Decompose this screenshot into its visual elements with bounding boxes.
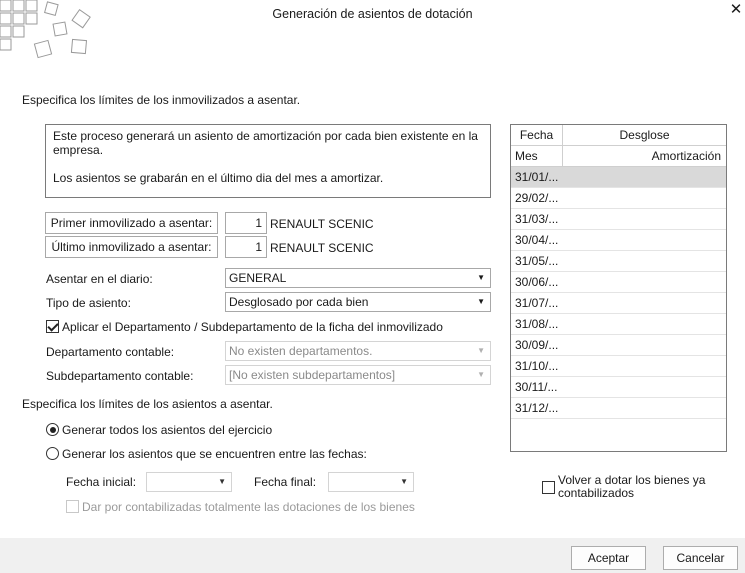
tipo-select[interactable]: Desglosado por cada bien ▼	[225, 292, 491, 312]
table-row[interactable]: 31/07/...	[511, 293, 726, 314]
diario-select[interactable]: GENERAL ▼	[225, 268, 491, 288]
last-asset-button[interactable]: Último inmovilizado a asentar:	[45, 236, 218, 258]
info-line-2: Los asientos se grabarán en el último di…	[53, 171, 384, 185]
table-row[interactable]: 30/06/...	[511, 272, 726, 293]
departamento-value: No existen departamentos.	[229, 344, 373, 358]
radio-range-asientos[interactable]	[46, 447, 59, 460]
chevron-down-icon: ▼	[477, 273, 485, 282]
info-line-1: Este proceso generará un asiento de amor…	[53, 129, 478, 157]
dar-contabilizadas-checkbox[interactable]	[66, 500, 79, 513]
fecha-inicial-select[interactable]: ▼	[146, 472, 232, 492]
last-asset-name: RENAULT SCENIC	[270, 241, 374, 255]
first-asset-name: RENAULT SCENIC	[270, 217, 374, 231]
chevron-down-icon: ▼	[400, 477, 408, 486]
info-box: Este proceso generará un asiento de amor…	[45, 124, 491, 198]
table-row[interactable]: 31/03/...	[511, 209, 726, 230]
grid-header-amortizacion[interactable]: Amortización	[563, 146, 726, 167]
diario-label: Asentar en el diario:	[46, 272, 153, 286]
table-row[interactable]: 31/10/...	[511, 356, 726, 377]
dar-contabilizadas-label: Dar por contabilizadas totalmente las do…	[82, 500, 415, 514]
volver-dotar-label: Volver a dotar los bienes ya contabiliza…	[558, 473, 706, 500]
departamento-label: Departamento contable:	[46, 345, 175, 359]
table-row[interactable]: 30/11/...	[511, 377, 726, 398]
chevron-down-icon: ▼	[218, 477, 226, 486]
radio-range-label: Generar los asientos que se encuentren e…	[62, 447, 367, 461]
cancel-button[interactable]: Cancelar	[663, 546, 738, 570]
first-asset-number[interactable]: 1	[225, 212, 267, 234]
aplicar-dept-checkbox[interactable]	[46, 320, 59, 333]
table-row[interactable]: 31/08/...	[511, 314, 726, 335]
subdepartamento-select[interactable]: [No existen subdepartamentos] ▼	[225, 365, 491, 385]
window-title: Generación de asientos de dotación	[272, 7, 473, 21]
chevron-down-icon: ▼	[477, 346, 485, 355]
departamento-select[interactable]: No existen departamentos. ▼	[225, 341, 491, 361]
tipo-label: Tipo de asiento:	[46, 296, 131, 310]
chevron-down-icon: ▼	[477, 370, 485, 379]
section-heading-inmovilizados: Especifica los límites de los inmoviliza…	[22, 93, 301, 107]
grid-header-mes[interactable]: Mes	[511, 146, 563, 167]
section-heading-asientos: Especifica los límites de los asientos a…	[22, 397, 273, 411]
diario-value: GENERAL	[229, 271, 287, 285]
radio-all-asientos[interactable]	[46, 423, 59, 436]
table-row[interactable]: 30/09/...	[511, 335, 726, 356]
volver-dotar-checkbox[interactable]	[542, 481, 555, 494]
subdepartamento-label: Subdepartamento contable:	[46, 369, 194, 383]
grid-header-fecha[interactable]: Fecha	[511, 125, 563, 146]
aplicar-dept-label: Aplicar el Departamento / Subdepartament…	[62, 320, 443, 334]
radio-all-label: Generar todos los asientos del ejercicio	[62, 423, 273, 437]
table-row[interactable]: 30/04/...	[511, 230, 726, 251]
fecha-final-label: Fecha final:	[254, 475, 317, 489]
chevron-down-icon: ▼	[477, 297, 485, 306]
tipo-value: Desglosado por cada bien	[229, 295, 369, 309]
table-row[interactable]: 31/05/...	[511, 251, 726, 272]
last-asset-number[interactable]: 1	[225, 236, 267, 258]
fecha-final-select[interactable]: ▼	[328, 472, 414, 492]
accept-button[interactable]: Aceptar	[571, 546, 646, 570]
grid-header-desglose[interactable]: Desglose	[563, 125, 726, 146]
close-icon[interactable]: ✕	[728, 2, 744, 18]
table-row[interactable]: 31/01/...	[511, 167, 726, 188]
dotaciones-grid[interactable]: Fecha Desglose Mes Amortización 31/01/..…	[510, 124, 727, 452]
fecha-inicial-label: Fecha inicial:	[66, 475, 137, 489]
subdepartamento-value: [No existen subdepartamentos]	[229, 368, 396, 382]
table-row[interactable]: 31/12/...	[511, 398, 726, 419]
first-asset-button[interactable]: Primer inmovilizado a asentar:	[45, 212, 218, 234]
table-row[interactable]: 29/02/...	[511, 188, 726, 209]
